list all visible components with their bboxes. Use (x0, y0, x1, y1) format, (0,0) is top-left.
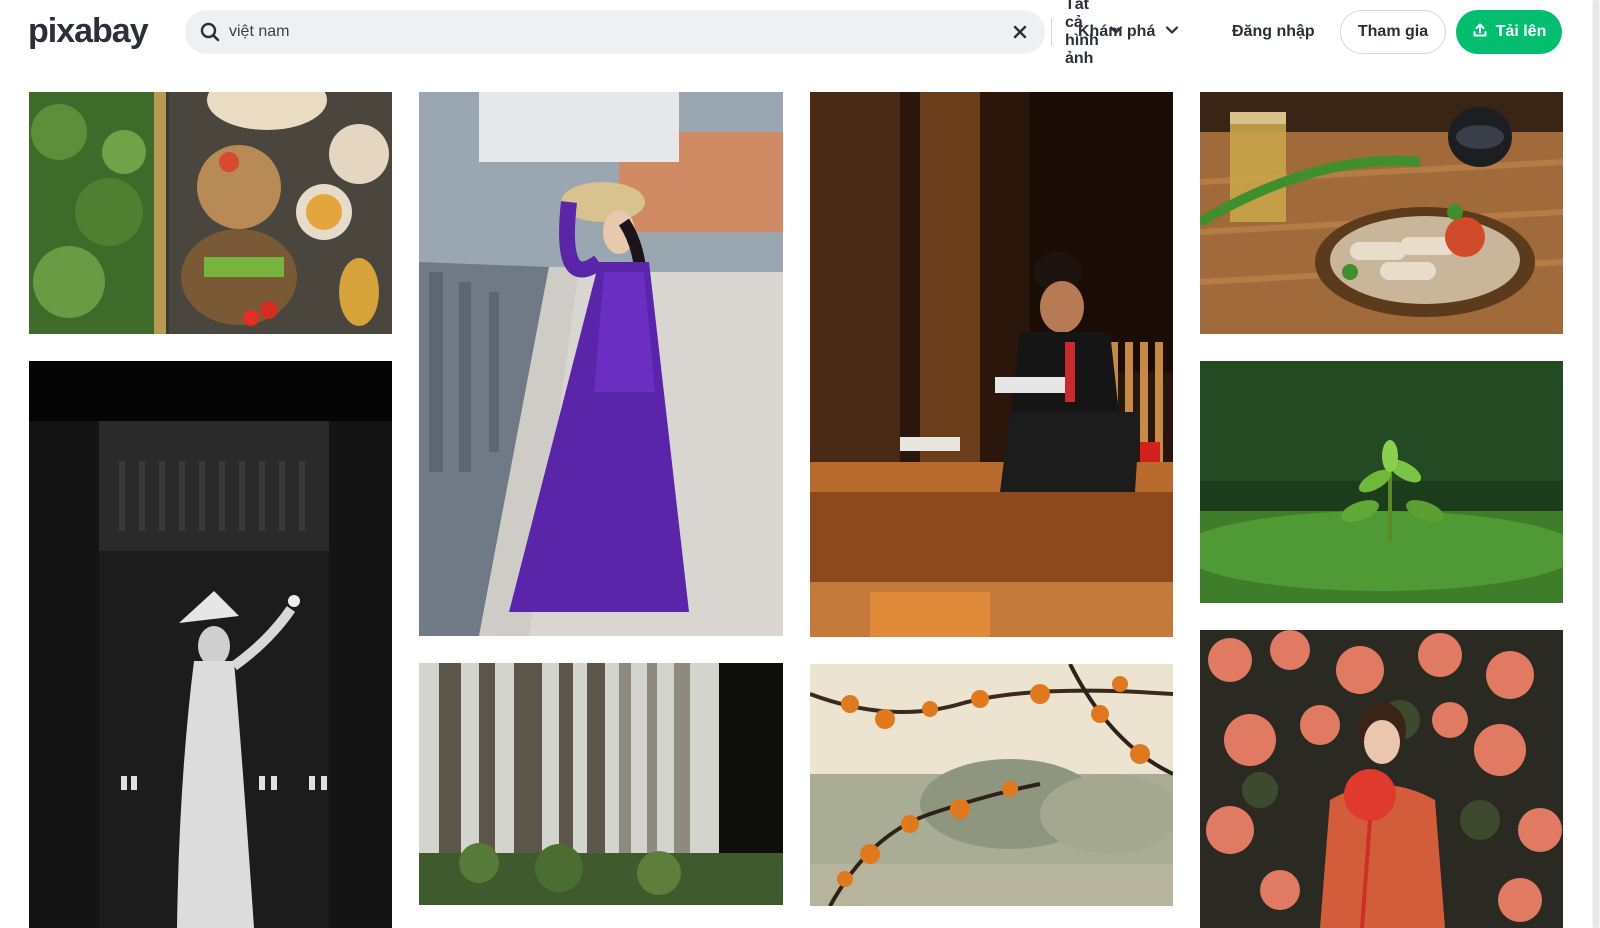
photo-spring-rolls-tea[interactable] (1200, 92, 1563, 334)
close-icon[interactable] (1009, 21, 1031, 43)
login-label: Đăng nhập (1232, 23, 1315, 40)
top-header: pixabay Tất cả hình ảnh Khám phá Đăng nh… (0, 0, 1600, 67)
search-bar: Tất cả hình ảnh (185, 0, 1122, 67)
photo-tea-leaves-field[interactable] (1200, 361, 1563, 603)
photo-woman-red-flowers[interactable] (1200, 630, 1563, 928)
join-label: Tham gia (1357, 23, 1429, 40)
login-link[interactable]: Đăng nhập (1232, 10, 1315, 54)
page-scrollbar[interactable] (1592, 0, 1600, 928)
photo-orange-leaves-branches[interactable] (810, 664, 1173, 906)
photo-ao-dai-woman-black-white[interactable] (29, 361, 392, 928)
pixabay-logo[interactable]: pixabay (28, 12, 160, 52)
scrollbar-thumb[interactable] (1593, 0, 1599, 928)
search-divider (1051, 18, 1052, 46)
upload-button[interactable]: Tải lên (1456, 10, 1562, 54)
photo-man-reading-on-porch[interactable] (810, 92, 1173, 637)
search-input[interactable] (229, 17, 789, 47)
svg-text:pixabay: pixabay (28, 12, 149, 50)
upload-icon (1472, 22, 1488, 43)
join-button[interactable]: Tham gia (1340, 10, 1446, 54)
chevron-down-icon (1165, 23, 1179, 42)
photo-purple-ao-dai-woman[interactable] (419, 92, 783, 636)
photo-vietnamese-food-ingredients[interactable] (29, 92, 392, 334)
photo-misty-forest-trees[interactable] (419, 663, 783, 905)
upload-label: Tải lên (1495, 23, 1547, 40)
explore-label: Khám phá (1078, 23, 1156, 40)
explore-menu-button[interactable]: Khám phá (1078, 10, 1179, 54)
search-icon[interactable] (199, 21, 221, 43)
